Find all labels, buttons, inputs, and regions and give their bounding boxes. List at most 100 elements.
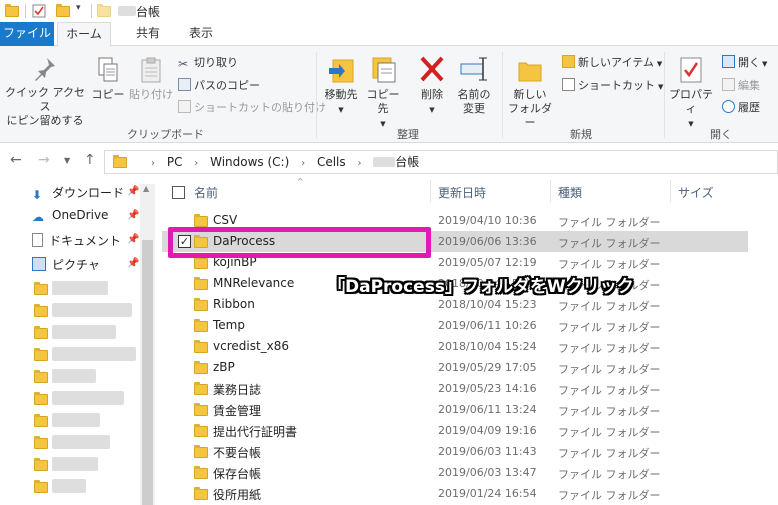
dropdown-arrow-icon: ▼ [429, 106, 435, 114]
blurred-nav-item[interactable] [52, 347, 136, 361]
file-row[interactable]: Ribbon 2018/10/04 15:23 ファイル フォルダー [162, 294, 748, 315]
blurred-nav-item[interactable] [52, 391, 124, 405]
scrollbar-thumb[interactable] [142, 240, 153, 505]
new-folder-quick-icon[interactable] [56, 4, 70, 17]
nav-item-pictures[interactable]: ピクチャ [32, 256, 100, 273]
folder-icon [34, 282, 48, 295]
nav-item-onedrive[interactable]: ☁ OneDrive [32, 208, 108, 224]
file-row[interactable]: 賃金管理 2019/06/11 13:24 ファイル フォルダー [162, 399, 748, 420]
paste-shortcut-button[interactable]: ショートカットの貼り付け [178, 99, 326, 115]
folder-icon [194, 466, 208, 479]
back-arrow-icon[interactable]: ← [10, 152, 22, 168]
file-row[interactable]: vcredist_x86 2018/10/04 15:24 ファイル フォルダー [162, 336, 748, 357]
column-divider[interactable] [550, 180, 551, 202]
new-folder-label-line2: フォルダー [508, 102, 552, 129]
properties-button[interactable]: プロパティ ▼ [666, 56, 716, 131]
group-separator [316, 52, 317, 138]
file-name: Ribbon [213, 297, 255, 311]
blurred-nav-item[interactable] [52, 281, 108, 295]
nav-item-downloads[interactable]: ⬇ ダウンロード [32, 184, 124, 202]
breadcrumb-cells[interactable]: Cells [317, 155, 346, 169]
tab-share[interactable]: 共有 [124, 22, 172, 46]
open-label: 開く [738, 56, 760, 69]
copy-path-button[interactable]: パスのコピー [178, 77, 260, 93]
pin-icon[interactable]: 📌 [127, 186, 139, 197]
blurred-nav-item[interactable] [52, 413, 100, 427]
address-bar[interactable]: › PC › Windows (C:) › Cells › 台帳 [104, 150, 778, 174]
file-row[interactable]: 不要台帳 2019/06/03 11:43 ファイル フォルダー [162, 441, 748, 462]
properties-quick-icon[interactable] [32, 4, 46, 18]
folder-icon [113, 155, 127, 168]
document-icon [32, 233, 43, 247]
cut-button[interactable]: ✂ 切り取り [178, 54, 238, 71]
customize-quick-access-icon[interactable]: ▾ [76, 3, 81, 13]
blurred-nav-item[interactable] [52, 325, 116, 339]
breadcrumb-drive[interactable]: Windows (C:) [210, 155, 289, 169]
history-button[interactable]: 履歴 [722, 99, 760, 115]
file-type: ファイル フォルダー [558, 342, 661, 355]
column-divider[interactable] [430, 180, 431, 202]
pin-icon[interactable]: 📌 [127, 258, 139, 269]
column-header-modified[interactable]: 更新日時 [438, 184, 486, 201]
edit-button[interactable]: 編集 [722, 77, 760, 93]
paste-shortcut-label: ショートカットの貼り付け [194, 101, 326, 114]
highlight-box [168, 227, 431, 258]
folder-icon [194, 403, 208, 416]
column-header-name[interactable]: 名前 [194, 184, 218, 201]
blurred-nav-item[interactable] [52, 303, 132, 317]
easy-access-button[interactable]: ショートカット ▼ [562, 77, 663, 93]
clipboard-group-label: クリップボード [127, 128, 204, 141]
file-modified: 2019/06/03 11:43 [438, 445, 537, 458]
dropdown-arrow-icon: ▼ [380, 120, 386, 128]
open-button[interactable]: 開く ▼ [722, 54, 767, 70]
tab-view[interactable]: 表示 [177, 22, 225, 46]
file-row[interactable]: Temp 2019/06/11 10:26 ファイル フォルダー [162, 315, 748, 336]
file-row[interactable]: zBP 2019/05/29 17:05 ファイル フォルダー [162, 357, 748, 378]
select-all-checkbox[interactable] [172, 186, 185, 199]
delete-button[interactable]: 削除 ▼ [412, 54, 452, 117]
breadcrumb-current[interactable]: 台帳 [395, 155, 419, 169]
recent-locations-icon[interactable]: ▼ [64, 156, 70, 165]
column-header-type[interactable]: 種類 [558, 184, 582, 201]
file-row[interactable]: 役所用紙 2019/01/24 16:54 ファイル フォルダー [162, 483, 748, 504]
file-row[interactable]: 保存台帳 2019/06/03 13:47 ファイル フォルダー [162, 462, 748, 483]
file-row[interactable]: 業務日誌 2019/05/23 14:16 ファイル フォルダー [162, 378, 748, 399]
folder-icon [194, 487, 208, 500]
blurred-nav-item[interactable] [52, 435, 110, 449]
cloud-icon: ☁ [32, 210, 44, 224]
tab-home[interactable]: ホーム [57, 22, 111, 47]
forward-arrow-icon[interactable]: → [38, 152, 50, 168]
move-to-button[interactable]: 移動先 ▼ [320, 54, 362, 117]
file-type: ファイル フォルダー [558, 405, 661, 418]
tab-file[interactable]: ファイル [0, 22, 54, 46]
rename-button[interactable]: 名前の 変更 [452, 54, 496, 116]
dropdown-arrow-icon: ▼ [658, 83, 664, 91]
pin-icon[interactable]: 📌 [127, 210, 139, 221]
folder-icon [97, 4, 111, 17]
blurred-nav-item[interactable] [52, 457, 98, 471]
scroll-up-icon[interactable]: ▲ [143, 184, 149, 193]
breadcrumb-pc[interactable]: PC [167, 155, 183, 169]
folder-icon [194, 319, 208, 332]
copy-to-button[interactable]: コピー先 ▼ [362, 54, 404, 131]
file-row[interactable]: 提出代行証明書 2019/04/09 19:16 ファイル フォルダー [162, 420, 748, 441]
blurred-nav-item[interactable] [52, 479, 86, 493]
nav-item-documents[interactable]: ドキュメント [32, 232, 121, 249]
new-folder-button[interactable]: 新しい フォルダー [504, 56, 556, 130]
up-arrow-icon[interactable]: ↑ [84, 152, 96, 168]
column-divider[interactable] [670, 180, 671, 202]
title-bar: ▾ 台帳 [0, 0, 778, 22]
column-header-size[interactable]: サイズ [678, 184, 714, 201]
download-icon: ⬇ [32, 188, 43, 202]
pin-icon[interactable]: 📌 [127, 234, 139, 245]
paste-button[interactable]: 貼り付け [128, 56, 174, 102]
folder-icon [194, 277, 208, 290]
nav-pane-scrollbar[interactable]: ▲ [140, 184, 155, 505]
pin-to-quick-access-button[interactable]: クイック アクセス にピン留めする [4, 56, 86, 128]
file-type: ファイル フォルダー [558, 237, 661, 250]
new-item-button[interactable]: 新しいアイテム ▼ [562, 54, 662, 70]
file-modified: 2019/04/09 19:16 [438, 424, 537, 437]
copy-button[interactable]: コピー [90, 56, 126, 102]
folder-icon [34, 392, 48, 405]
blurred-nav-item[interactable] [52, 369, 96, 383]
